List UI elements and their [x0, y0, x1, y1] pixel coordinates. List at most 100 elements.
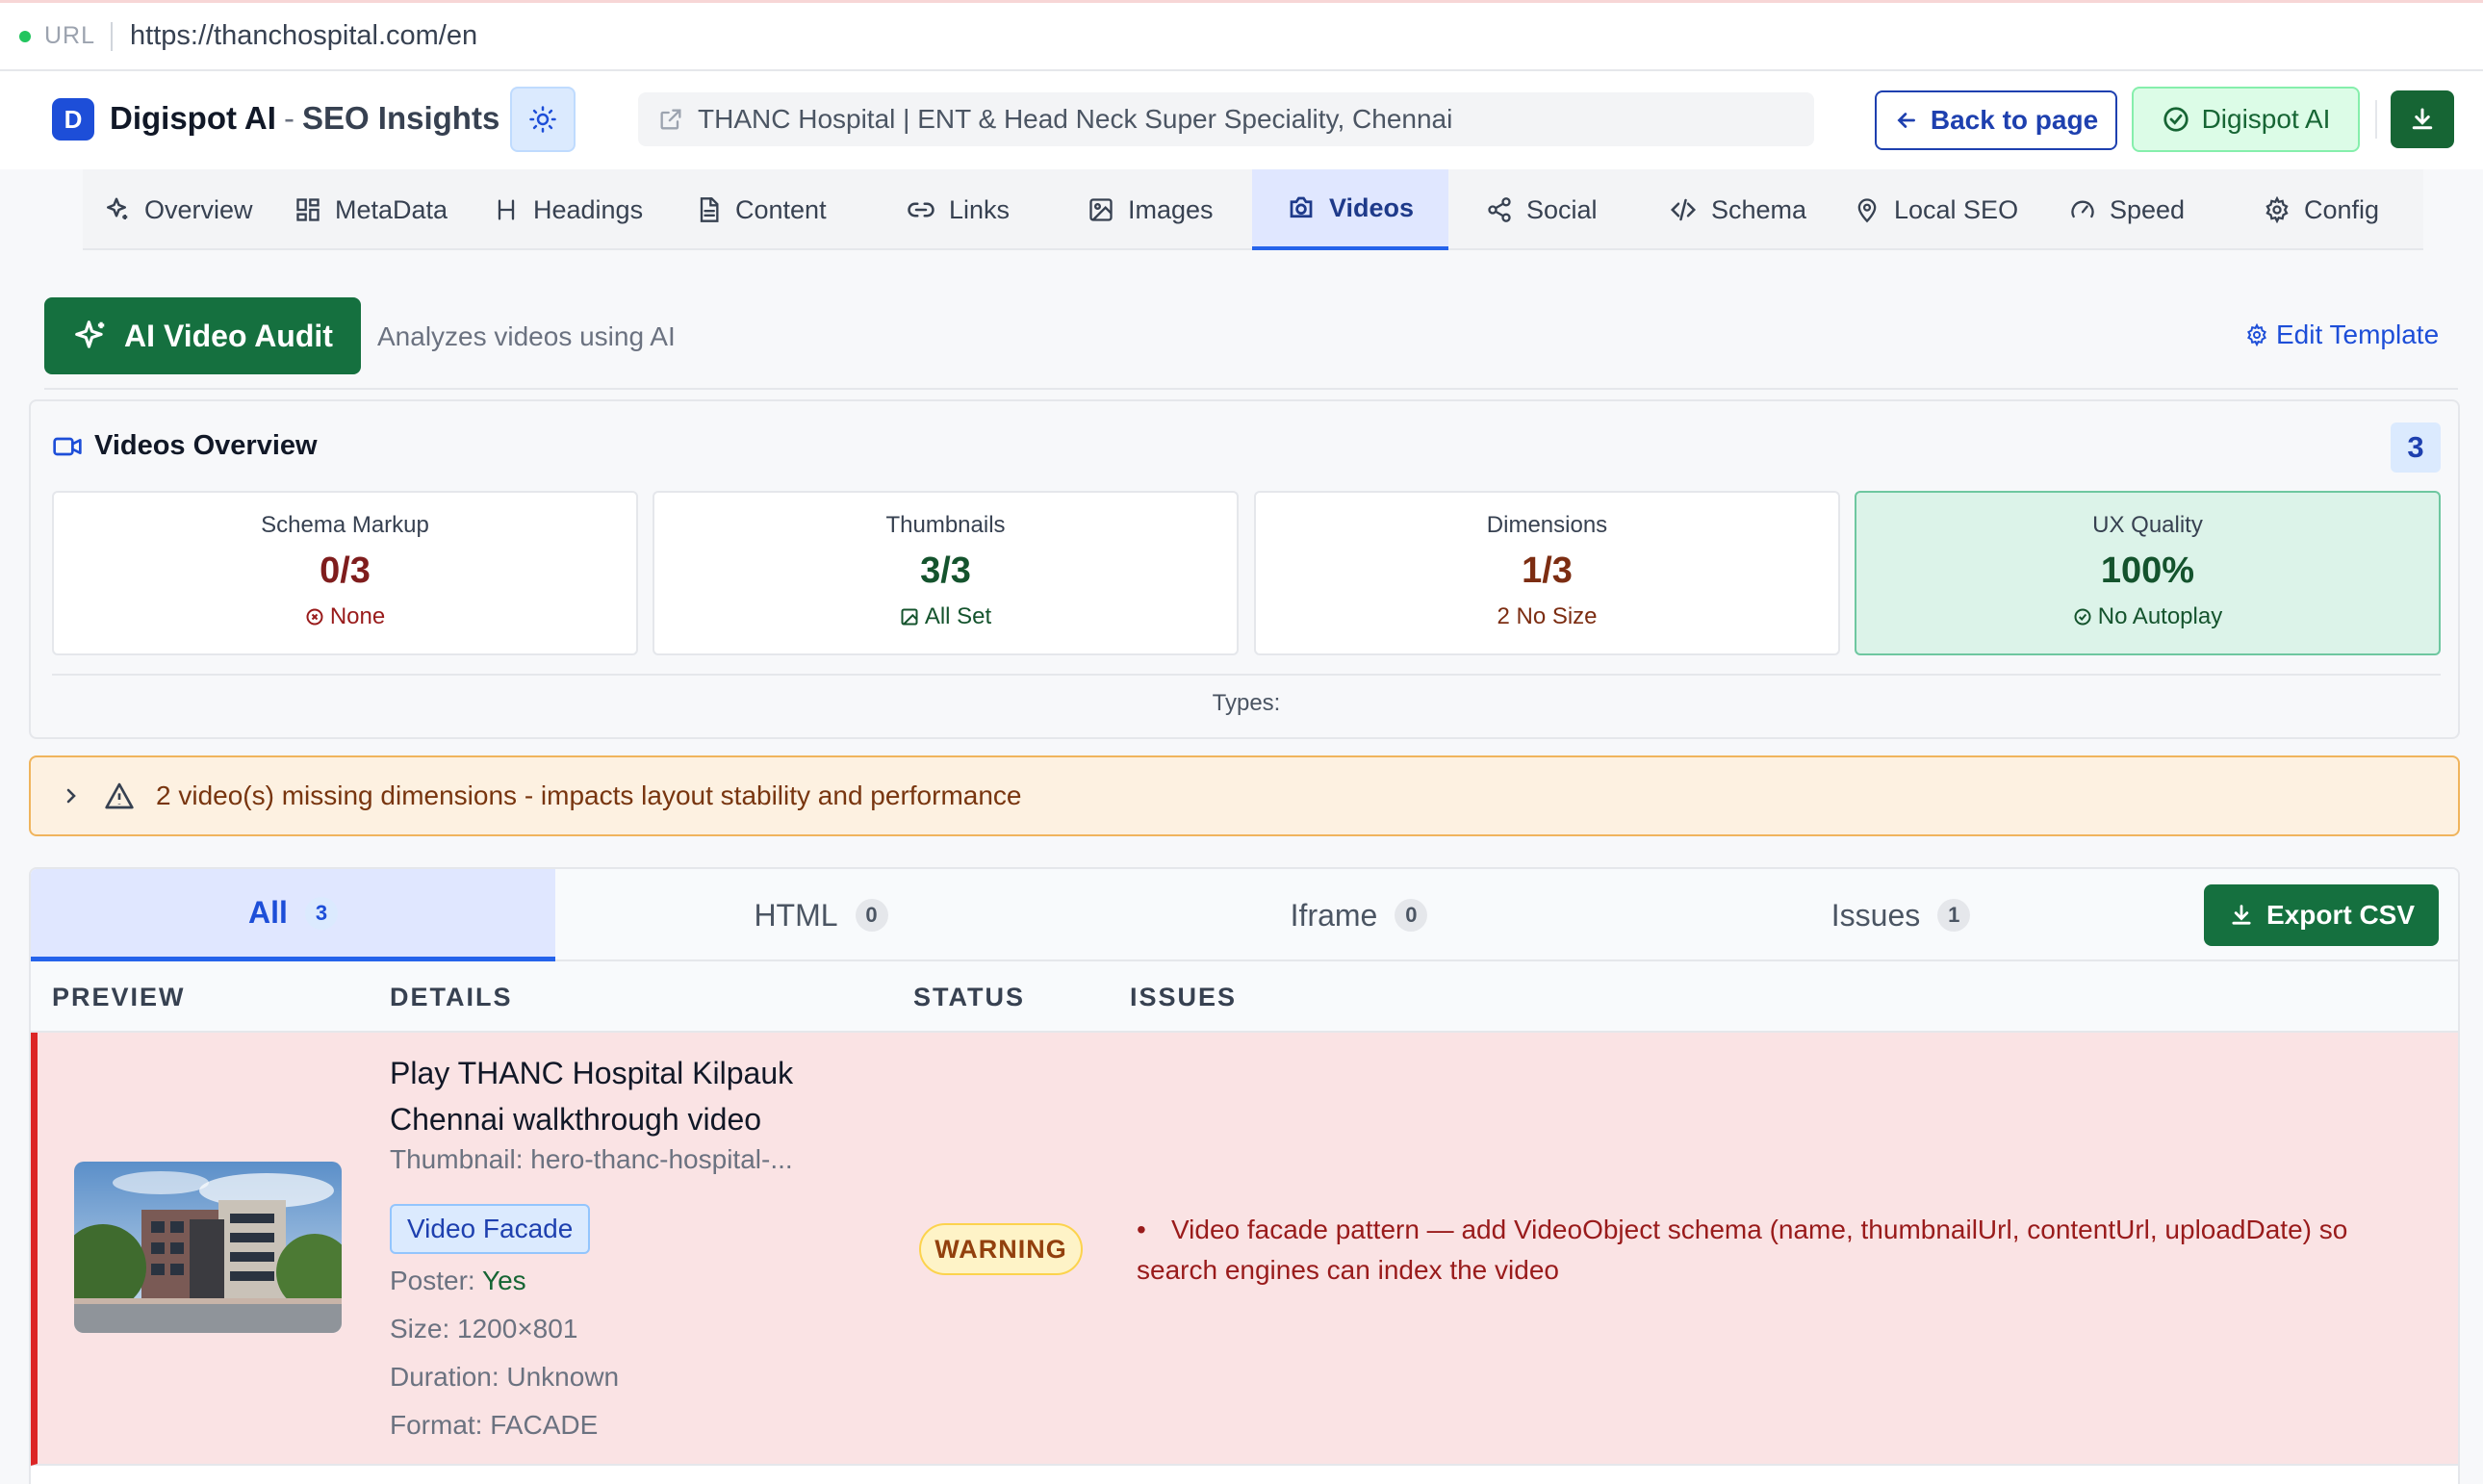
url-separator	[111, 21, 114, 51]
tab-videos-label: Videos	[1328, 192, 1415, 222]
document-icon	[700, 197, 719, 222]
tab-images[interactable]: Images	[1088, 169, 1214, 250]
tab-speed[interactable]: Speed	[2069, 169, 2185, 250]
page-title-text: THANC Hospital | ENT & Head Neck Super S…	[698, 104, 1453, 134]
sun-icon	[529, 106, 556, 133]
heading-icon	[498, 199, 515, 220]
video-filter-tabs: All 3 HTML 0 Iframe 0 Issues 1 Export CS…	[31, 869, 2458, 961]
ai-video-audit-button[interactable]: AI Video Audit	[44, 297, 361, 374]
app-brand: Digispot AI - SEO Insights	[110, 100, 499, 137]
pin-icon	[1857, 198, 1877, 223]
brand-separator: -	[283, 100, 294, 136]
table-row[interactable]: Play THANC Hospital Kilpauk Chennai walk…	[31, 1033, 2458, 1466]
col-details: DETAILS	[390, 983, 513, 1011]
tab-metadata-label: MetaData	[335, 194, 448, 224]
video-format: Format: FACADE	[390, 1410, 599, 1440]
video-title: Play THANC Hospital Kilpauk Chennai walk…	[390, 1056, 794, 1137]
video-thumbnail-path: Thumbnail: hero-thanc-hospital-...	[390, 1144, 793, 1175]
tab-html-videos[interactable]: HTML 0	[555, 869, 1087, 961]
link-icon	[908, 202, 934, 217]
hospital-thumbnail-image	[74, 1162, 342, 1333]
tab-speed-label: Speed	[2110, 194, 2186, 224]
col-status: STATUS	[913, 983, 1025, 1011]
tab-all-videos[interactable]: All 3	[31, 869, 555, 961]
tab-html-count: 0	[855, 899, 888, 932]
tab-metadata[interactable]: MetaData	[294, 169, 448, 250]
download-icon	[2412, 108, 2433, 130]
tab-images-label: Images	[1128, 194, 1214, 224]
tab-social[interactable]: Social	[1486, 169, 1598, 250]
tab-headings[interactable]: Headings	[493, 169, 643, 250]
url-bar: URL https://thanchospital.com/en	[0, 0, 2483, 71]
external-link-icon	[660, 109, 681, 130]
thumbnail-value: hero-thanc-hospital-...	[530, 1144, 793, 1174]
stat-footer: None	[54, 603, 636, 630]
tab-videos[interactable]: Videos	[1252, 169, 1448, 250]
warning-triangle-icon	[105, 782, 134, 809]
export-csv-button[interactable]: Export CSV	[2204, 884, 2439, 946]
stat-footer: No Autoplay	[1856, 603, 2439, 630]
tab-issues-count: 1	[1937, 899, 1971, 932]
video-duration: Duration: Unknown	[390, 1362, 620, 1392]
page-title-box[interactable]: THANC Hospital | ENT & Head Neck Super S…	[638, 92, 1814, 146]
gauge-icon	[2071, 200, 2094, 218]
stat-schema-markup: Schema Markup 0/3 None	[52, 491, 638, 655]
sparkle-icon	[75, 320, 105, 348]
code-icon	[1670, 198, 1697, 221]
tab-content[interactable]: Content	[695, 169, 827, 250]
video-size: Size: 1200×801	[390, 1314, 578, 1343]
tab-all-count: 3	[304, 896, 338, 930]
videos-count-badge: 3	[2391, 422, 2441, 473]
tab-config[interactable]: Config	[2264, 169, 2379, 250]
theme-toggle-button[interactable]	[510, 87, 576, 152]
stat-footer-text: All Set	[924, 603, 992, 629]
warning-text: 2 video(s) missing dimensions - impacts …	[156, 780, 1022, 810]
sparkle-icon	[107, 197, 128, 219]
stat-label: Thumbnails	[885, 512, 1006, 538]
types-label: Types:	[1212, 690, 1281, 716]
download-button[interactable]	[2391, 90, 2454, 148]
stat-label: UX Quality	[2092, 512, 2203, 538]
stat-footer-text: None	[329, 603, 386, 629]
stat-footer-text: 2 No Size	[1497, 603, 1598, 629]
poster-value: Yes	[481, 1266, 526, 1295]
edit-template-link[interactable]: Edit Template	[2245, 320, 2439, 350]
col-issues: ISSUES	[1130, 983, 1238, 1011]
tab-links-label: Links	[949, 194, 1011, 224]
image-icon	[1089, 198, 1113, 221]
back-to-page-button[interactable]: Back to page	[1875, 90, 2117, 150]
stat-footer: 2 No Size	[1256, 603, 1838, 630]
app-header: D Digispot AI - SEO Insights THANC Hospita…	[0, 71, 2483, 169]
connection-dot-icon	[19, 30, 31, 42]
chevron-right-icon	[66, 788, 76, 804]
download-icon	[2232, 905, 2251, 925]
dimensions-warning-bar[interactable]: 2 video(s) missing dimensions - impacts …	[29, 755, 2460, 836]
tab-overview[interactable]: Overview	[102, 169, 253, 250]
tab-all-label: All	[248, 895, 288, 930]
tab-issues-videos[interactable]: Issues 1	[1631, 869, 2170, 961]
url-label: URL	[44, 22, 96, 49]
stat-thumbnails: Thumbnails 3/3 All Set	[653, 491, 1239, 655]
video-camera-icon	[53, 437, 82, 455]
tab-overview-label: Overview	[144, 194, 253, 224]
videos-overview-heading: Videos Overview	[52, 430, 318, 462]
url-text[interactable]: https://thanchospital.com/en	[130, 20, 477, 52]
tab-config-label: Config	[2304, 194, 2380, 224]
stat-value: 100%	[2100, 550, 2195, 591]
issue-text: Video facade pattern — add VideoObject s…	[1137, 1215, 2348, 1285]
tab-links[interactable]: Links	[907, 169, 1010, 250]
ai-video-audit-label: AI Video Audit	[124, 318, 333, 353]
tab-issues-label: Issues	[1830, 897, 1921, 933]
tab-local-seo[interactable]: Local SEO	[1854, 169, 2018, 250]
video-thumbnail[interactable]	[74, 1162, 342, 1333]
digispot-ai-button[interactable]: Digispot AI	[2132, 87, 2360, 152]
stat-footer: All Set	[654, 603, 1237, 630]
app-logo: D	[52, 98, 94, 141]
back-to-page-label: Back to page	[1930, 105, 2099, 135]
tab-schema[interactable]: Schema	[1669, 169, 1806, 250]
brand-name: Digispot AI	[110, 100, 276, 136]
stat-label: Schema Markup	[261, 512, 429, 538]
share-icon	[1488, 197, 1511, 222]
brand-subtitle: SEO Insights	[301, 100, 500, 136]
tab-iframe-videos[interactable]: Iframe 0	[1087, 869, 1631, 961]
